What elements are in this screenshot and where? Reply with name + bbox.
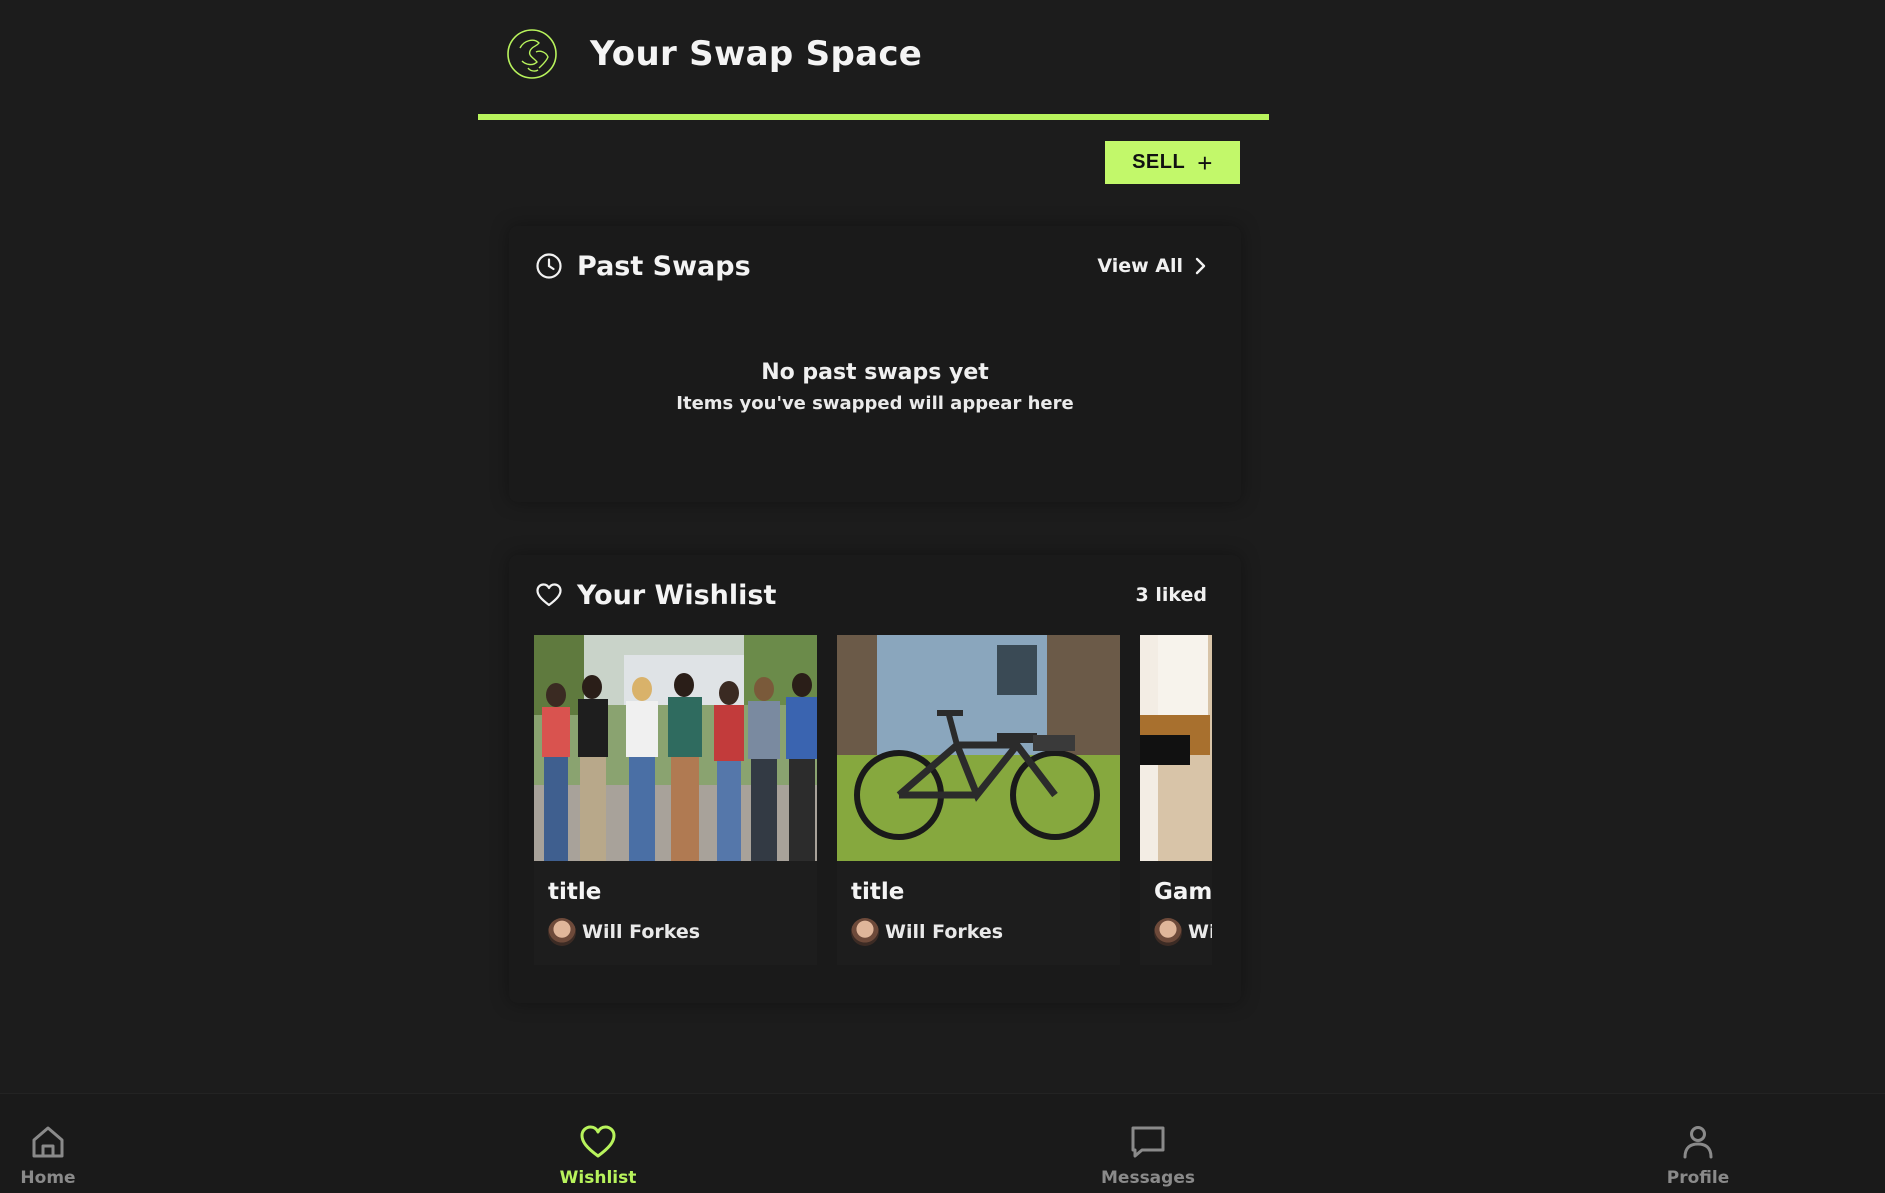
empty-state-subtitle: Items you've swapped will appear here (676, 393, 1074, 414)
past-swaps-card: Past Swaps View All No past swaps yet It… (509, 226, 1241, 502)
bottom-navigation: Home Wishlist Messages Profile (0, 1093, 1885, 1193)
view-all-label: View All (1097, 255, 1183, 277)
wishlist-item[interactable]: Gam Wi (1140, 635, 1212, 965)
seller-name: Will Forkes (582, 921, 701, 943)
empty-state-title: No past swaps yet (761, 360, 989, 385)
clock-icon (536, 253, 562, 279)
nav-label-profile: Profile (1666, 1168, 1730, 1188)
wishlist-card: Your Wishlist 3 liked title Will Forkes … (509, 555, 1241, 1003)
view-all-link[interactable]: View All (1097, 255, 1207, 277)
globe-hand-logo-icon (507, 29, 557, 79)
past-swaps-title: Past Swaps (577, 250, 751, 282)
item-image-bike (837, 635, 1120, 861)
wishlist-item[interactable]: title Will Forkes (534, 635, 817, 965)
home-icon (32, 1126, 64, 1158)
item-seller: Will Forkes (548, 918, 700, 946)
nav-item-messages[interactable]: Messages (1088, 1094, 1208, 1193)
chevron-right-icon (1195, 257, 1206, 275)
seller-name: Wi (1188, 921, 1212, 943)
sell-button-label: SELL (1132, 151, 1186, 173)
nav-item-profile[interactable]: Profile (1638, 1094, 1758, 1193)
item-image-students (534, 635, 817, 861)
avatar (1154, 918, 1182, 946)
past-swaps-header: Past Swaps View All (535, 246, 1207, 286)
item-seller: Wi (1154, 918, 1212, 946)
past-swaps-empty-state: No past swaps yet Items you've swapped w… (509, 360, 1241, 414)
heart-icon (580, 1125, 616, 1158)
nav-item-wishlist[interactable]: Wishlist (538, 1094, 658, 1193)
chat-bubble-icon (1131, 1126, 1165, 1158)
seller-name: Will Forkes (885, 921, 1004, 943)
nav-label-wishlist: Wishlist (559, 1168, 637, 1188)
swap-space-page: Your Swap Space SELL + Past Swaps View A… (0, 0, 1885, 1193)
page-title: Your Swap Space (590, 34, 923, 74)
item-title: Gam (1154, 879, 1212, 905)
avatar (548, 918, 576, 946)
nav-item-home[interactable]: Home (0, 1094, 108, 1193)
item-image-room (1140, 635, 1212, 861)
liked-count-badge: 3 liked (1135, 584, 1207, 606)
user-icon (1683, 1126, 1713, 1159)
nav-label-home: Home (20, 1168, 76, 1188)
wishlist-header: Your Wishlist 3 liked (535, 575, 1207, 615)
wishlist-title: Your Wishlist (577, 579, 777, 611)
heart-icon (536, 583, 562, 607)
wishlist-item[interactable]: title Will Forkes (837, 635, 1120, 965)
item-title: title (548, 879, 602, 905)
item-title: title (851, 879, 905, 905)
page-header: Your Swap Space (478, 0, 1269, 120)
wishlist-carousel[interactable]: title Will Forkes title Will Forkes Gam … (534, 635, 1212, 975)
item-seller: Will Forkes (851, 918, 1003, 946)
nav-label-messages: Messages (1101, 1168, 1195, 1188)
avatar (851, 918, 879, 946)
plus-icon: + (1197, 147, 1213, 178)
sell-button[interactable]: SELL + (1105, 141, 1240, 184)
